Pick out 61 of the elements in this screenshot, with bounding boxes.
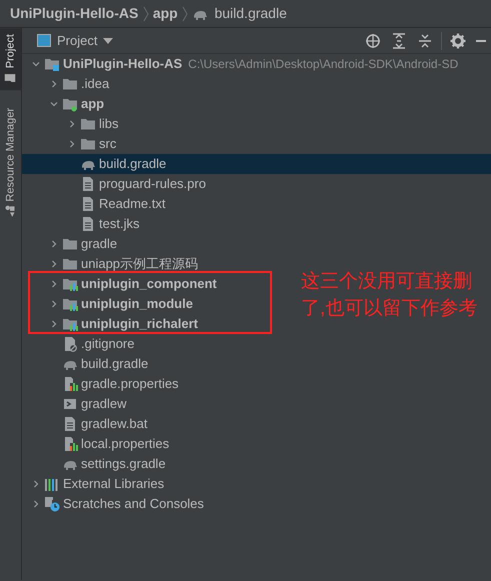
annotation-note: 这三个没用可直接删了,也可以留下作参考 [301, 270, 478, 321]
caret-icon [103, 38, 114, 44]
tree-row[interactable]: uniapp示例工程源码 [22, 254, 202, 274]
breadcrumb-item-link[interactable]: build.gradle [214, 3, 287, 24]
tree-row[interactable]: Readme.txt [22, 194, 170, 214]
tree-row[interactable]: build.gradle [22, 154, 491, 174]
chevron-icon [180, 4, 189, 22]
view-dropdown[interactable]: Project [34, 30, 116, 50]
shapes-icon [4, 206, 16, 218]
chevron-icon [142, 4, 150, 22]
properties-file-icon [62, 376, 78, 392]
terminal-file-icon [62, 396, 78, 412]
tree-row[interactable]: local.properties [22, 434, 174, 454]
folder-icon [62, 256, 78, 272]
libraries-icon [44, 476, 60, 492]
side-tab[interactable]: Resource Manager [0, 102, 21, 224]
tree-row[interactable]: src [22, 134, 120, 154]
properties-file-icon [62, 436, 78, 452]
tree-row[interactable]: app [22, 94, 108, 114]
collapse-all-icon[interactable] [416, 32, 432, 48]
tree-row[interactable]: proguard-rules.pro [22, 174, 210, 194]
file-icon [62, 416, 78, 432]
tree-row[interactable]: Scratches and Consoles [22, 494, 208, 514]
window-icon [37, 34, 51, 47]
tree-row[interactable]: uniplugin_component [22, 274, 221, 294]
folder-icon [62, 236, 78, 252]
side-tab[interactable]: Project [0, 28, 21, 90]
tree-row[interactable]: gradlew [22, 394, 131, 414]
file-icon [80, 216, 96, 232]
tree-row[interactable]: UniPlugin-Hello-AS C:\Users\Admin\Desktop\Android-SDK\Android-SD [22, 54, 462, 74]
module-icon [62, 316, 78, 332]
folder-icon [80, 116, 96, 132]
tree-row[interactable]: .idea [22, 74, 114, 94]
locate-icon[interactable] [364, 32, 380, 48]
tree-row[interactable]: .gitignore [22, 334, 138, 354]
folder-icon [62, 76, 78, 92]
tree-row[interactable]: libs [22, 114, 123, 134]
breadcrumb-item-link[interactable]: app [152, 3, 178, 24]
folder-icon [4, 72, 16, 84]
tree-row[interactable]: build.gradle [22, 354, 152, 374]
scratch-console-icon [44, 496, 60, 512]
module-icon [62, 296, 78, 312]
tree-row[interactable]: gradle.properties [22, 374, 183, 394]
tree-row[interactable]: uniplugin_richalert [22, 314, 202, 334]
folder-icon [44, 56, 60, 72]
file-icon [80, 196, 96, 212]
settings-icon[interactable] [450, 32, 466, 48]
project-path: C:\Users\Admin\Desktop\Android-SDK\Android-SD [188, 56, 458, 73]
module-icon [62, 276, 78, 292]
tree-row[interactable]: uniplugin_module [22, 294, 197, 314]
tree-row[interactable]: gradlew.bat [22, 414, 152, 434]
tree-row[interactable]: settings.gradle [22, 454, 170, 474]
expand-all-icon[interactable] [390, 32, 406, 48]
ignored-file-icon [62, 336, 78, 352]
folder-icon [62, 96, 78, 112]
tree-row[interactable]: test.jks [22, 214, 144, 234]
breadcrumb-item-link[interactable]: UniPlugin-Hello-AS [10, 3, 138, 24]
file-icon [80, 176, 96, 192]
tree-row[interactable]: gradle [22, 234, 122, 254]
folder-icon [80, 136, 96, 152]
tree-row[interactable]: External Libraries [22, 474, 168, 494]
